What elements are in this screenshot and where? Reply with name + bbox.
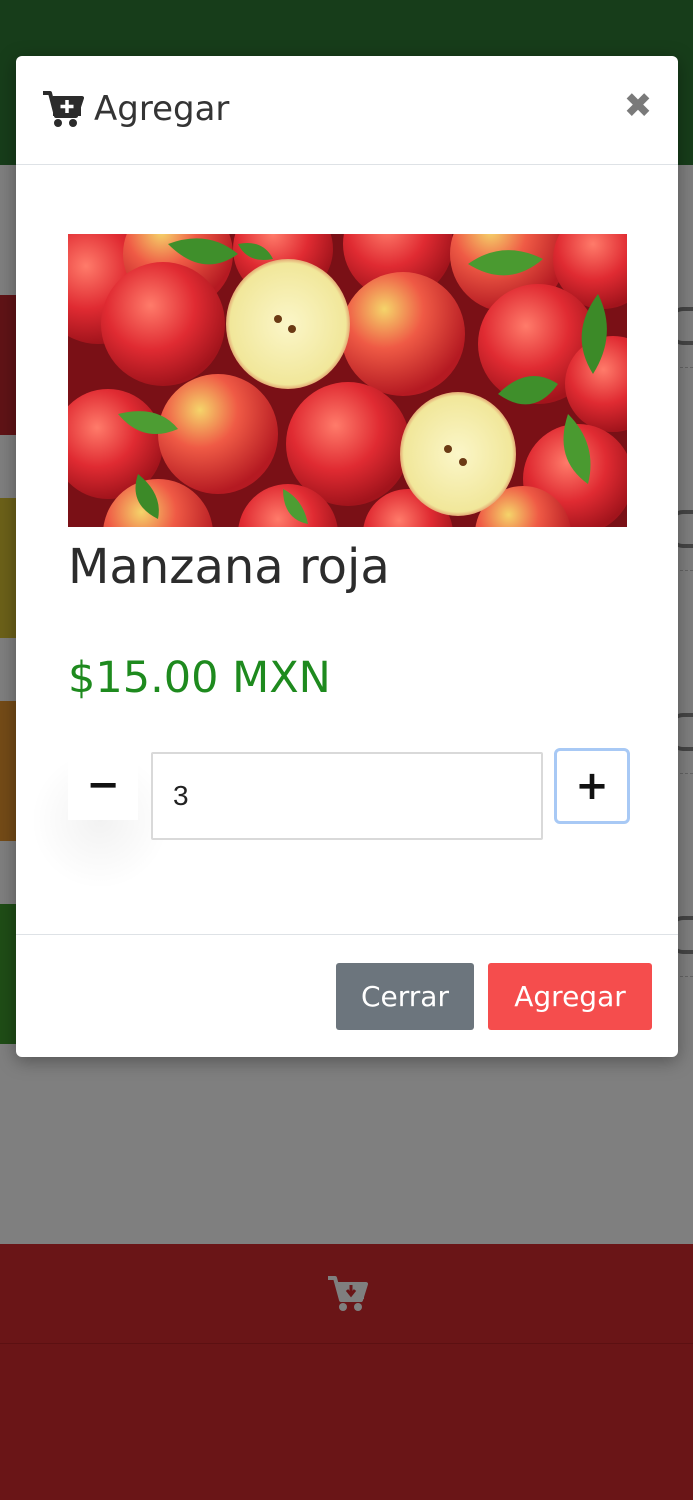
cart-plus-icon bbox=[43, 91, 84, 127]
red-apples-photo bbox=[68, 234, 627, 527]
add-to-cart-modal: Agregar ✖ Manzana roja $15.00 MXN − 3 + … bbox=[16, 56, 678, 1057]
decrease-quantity-button[interactable]: − bbox=[68, 750, 138, 820]
cancel-button[interactable]: Cerrar bbox=[336, 963, 474, 1030]
close-button[interactable]: ✖ bbox=[614, 86, 662, 126]
product-price: $15.00 MXN bbox=[68, 653, 331, 703]
plus-icon: + bbox=[575, 763, 609, 809]
modal-header: Agregar ✖ bbox=[16, 56, 678, 165]
product-image bbox=[68, 234, 627, 527]
add-to-cart-button[interactable]: Agregar bbox=[488, 963, 652, 1030]
minus-icon: − bbox=[86, 762, 120, 808]
quantity-input[interactable] bbox=[151, 752, 543, 840]
product-name: Manzana roja bbox=[68, 539, 390, 595]
close-icon: ✖ bbox=[623, 86, 653, 126]
increase-quantity-button[interactable]: + bbox=[554, 748, 630, 824]
modal-footer: Cerrar Agregar bbox=[16, 934, 678, 1057]
modal-title: Agregar bbox=[94, 89, 230, 129]
